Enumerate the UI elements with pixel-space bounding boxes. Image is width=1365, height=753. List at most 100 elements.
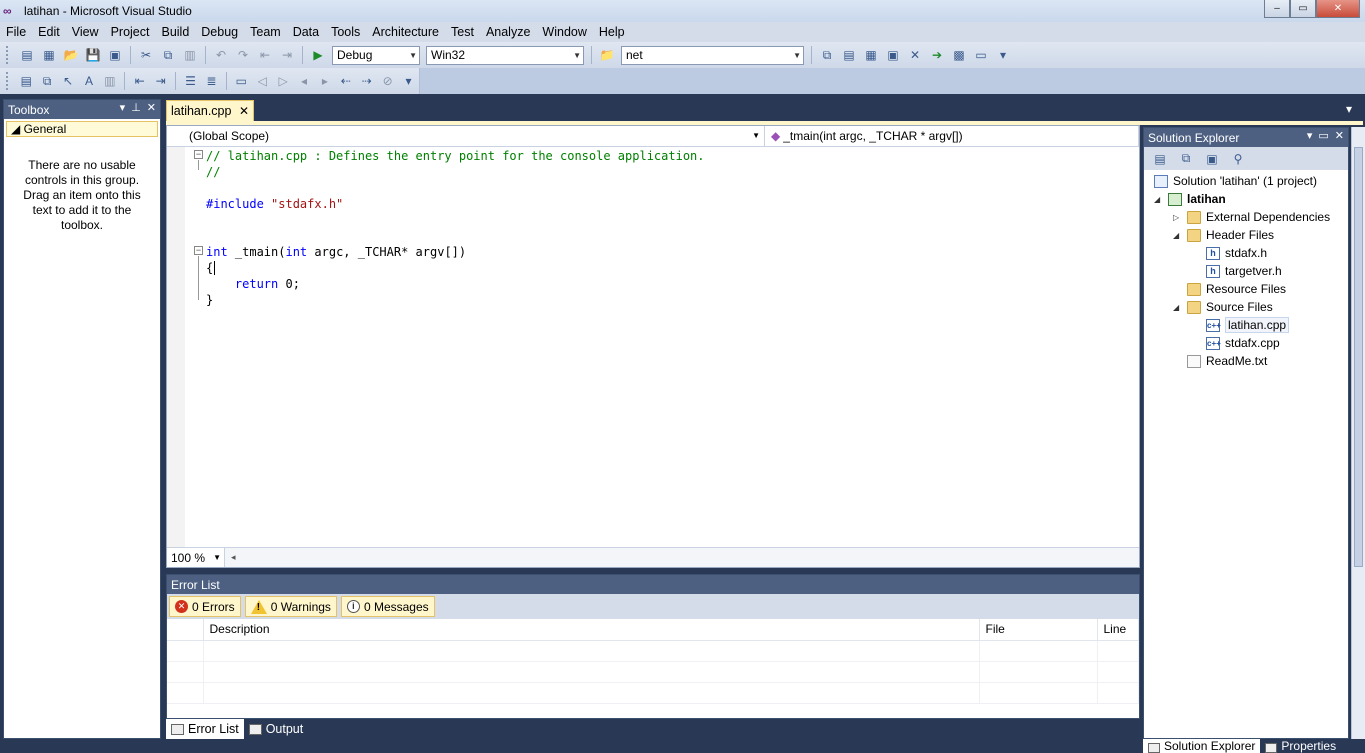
collapsed-arrow-icon[interactable]: ▷ (1173, 213, 1183, 222)
clear-bookmarks-icon[interactable]: ⊘ (380, 73, 395, 89)
close-icon[interactable]: ✕ (147, 101, 156, 114)
close-button[interactable]: ✕ (1316, 0, 1360, 18)
decrease-indent-icon[interactable]: ⇤ (132, 73, 147, 89)
open-file-icon[interactable]: 📂 (63, 47, 79, 63)
menu-data[interactable]: Data (287, 22, 325, 42)
tab-error-list[interactable]: Error List (166, 719, 244, 739)
zoom-select[interactable]: 100 % ▼ (167, 548, 225, 567)
expanded-arrow-icon[interactable]: ◢ (1173, 231, 1183, 240)
column-header-file[interactable]: File (979, 619, 1098, 641)
display-quick-info-icon[interactable]: ↖ (61, 73, 76, 89)
next-bookmark-icon[interactable]: ▷ (276, 73, 291, 89)
vertical-scrollbar[interactable] (1351, 127, 1365, 739)
tree-item-stdafx-h[interactable]: h stdafx.h (1206, 244, 1267, 262)
save-icon[interactable]: 💾 (85, 47, 101, 63)
copy-icon[interactable]: ⧉ (160, 47, 176, 63)
code-text-area[interactable]: − − // latihan.cpp : Defines the entry p… (167, 147, 1139, 547)
command-window-icon[interactable]: ▭ (973, 47, 989, 63)
tree-item-header-files[interactable]: ◢ Header Files (1173, 226, 1274, 244)
toggle-bookmark-icon[interactable]: ▭ (234, 73, 249, 89)
member-select[interactable]: ◆ _tmain(int argc, _TCHAR * argv[]) (765, 126, 1139, 146)
menu-edit[interactable]: Edit (32, 22, 66, 42)
tree-item-external-dependencies[interactable]: ▷ External Dependencies (1173, 208, 1330, 226)
start-debugging-icon[interactable]: ▶ (310, 47, 326, 63)
menu-window[interactable]: Window (536, 22, 592, 42)
expanded-arrow-icon[interactable]: ◢ (1173, 303, 1183, 312)
scope-select[interactable]: (Global Scope) ▼ (167, 126, 765, 146)
tree-item-latihan-cpp[interactable]: c++ latihan.cpp (1206, 316, 1290, 334)
refresh-icon[interactable]: ▣ (1204, 151, 1220, 167)
column-header-line[interactable]: Line (1097, 619, 1139, 641)
tree-item-project[interactable]: ◢ latihan (1154, 190, 1226, 208)
toolbar-options-icon[interactable]: ▾ (995, 47, 1011, 63)
extension-manager-icon[interactable]: ▩ (951, 47, 967, 63)
comment-lines-icon[interactable]: ☰ (183, 73, 198, 89)
messages-filter-button[interactable]: i 0 Messages (340, 596, 435, 617)
redo-icon[interactable]: ↷ (235, 47, 251, 63)
tab-solution-explorer[interactable]: Solution Explorer (1143, 739, 1261, 753)
auto-hide-pin-icon[interactable]: ⊥ (131, 101, 141, 114)
menu-test[interactable]: Test (445, 22, 480, 42)
toolbar-grip[interactable] (6, 46, 10, 64)
column-header-icon[interactable] (167, 619, 204, 641)
menu-architecture[interactable]: Architecture (366, 22, 445, 42)
previous-bookmark-icon[interactable]: ◁ (255, 73, 270, 89)
maximize-button[interactable]: ▭ (1290, 0, 1316, 18)
errors-filter-button[interactable]: ✕ 0 Errors (169, 596, 241, 617)
tree-item-targetver-h[interactable]: h targetver.h (1206, 262, 1282, 280)
uncomment-lines-icon[interactable]: ≣ (204, 73, 219, 89)
tree-item-solution[interactable]: Solution 'latihan' (1 project) (1154, 172, 1317, 190)
minimize-button[interactable]: – (1264, 0, 1290, 18)
show-all-files-icon[interactable]: ⧉ (1178, 151, 1194, 167)
menu-tools[interactable]: Tools (325, 22, 366, 42)
window-position-icon[interactable]: ▾ (1307, 129, 1313, 142)
close-icon[interactable]: ✕ (1335, 129, 1344, 142)
scrollbar-thumb[interactable] (1354, 147, 1363, 567)
display-parameter-info-icon[interactable]: ⧉ (40, 73, 55, 89)
navigate-backward-icon[interactable]: ⇤ (257, 47, 273, 63)
find-symbol-icon[interactable]: ▥ (102, 73, 117, 89)
tree-item-source-files[interactable]: ◢ Source Files (1173, 298, 1273, 316)
find-combo[interactable]: net ▼ (621, 45, 804, 65)
solution-configuration-select[interactable]: Debug ▼ (332, 45, 420, 65)
menu-file[interactable]: File (0, 22, 32, 42)
solution-explorer-icon[interactable]: ⧉ (819, 47, 835, 63)
toolbox-group-general[interactable]: ◢ General (6, 121, 158, 137)
menu-build[interactable]: Build (155, 22, 195, 42)
tab-output[interactable]: Output (244, 719, 309, 739)
collapse-toggle[interactable]: − (194, 246, 203, 255)
tools-icon[interactable]: ✕ (907, 47, 923, 63)
toolbar-options-icon[interactable]: ▾ (401, 73, 416, 89)
save-all-icon[interactable]: ▣ (107, 47, 123, 63)
expanded-arrow-icon[interactable]: ◢ (1154, 195, 1164, 204)
menu-analyze[interactable]: Analyze (480, 22, 536, 42)
navigate-forward-icon[interactable]: ⇥ (279, 47, 295, 63)
tab-properties[interactable]: Properties (1260, 739, 1341, 753)
properties-icon[interactable]: ▤ (841, 47, 857, 63)
column-header-description[interactable]: Description (203, 619, 980, 641)
collapse-toggle[interactable]: − (194, 150, 203, 159)
toolbar-grip[interactable] (6, 72, 10, 90)
document-list-icon[interactable]: ▾ (1346, 102, 1352, 116)
find-in-files-icon[interactable]: 📁 (599, 47, 615, 63)
display-word-completion-icon[interactable]: A (82, 73, 97, 89)
window-position-icon[interactable]: ▾ (120, 101, 126, 114)
tree-item-readme-txt[interactable]: ReadMe.txt (1187, 352, 1267, 370)
tab-latihan-cpp[interactable]: latihan.cpp ✕ (166, 100, 254, 121)
new-project-icon[interactable]: ▤ (19, 47, 35, 63)
object-browser-icon[interactable]: ▦ (863, 47, 879, 63)
display-object-member-list-icon[interactable]: ▤ (19, 73, 34, 89)
close-icon[interactable]: ✕ (239, 104, 249, 118)
next-bookmark-folder-icon[interactable]: ▸ (317, 73, 332, 89)
next-bookmark-document-icon[interactable]: ⇢ (359, 73, 374, 89)
paste-icon[interactable]: ▥ (182, 47, 198, 63)
increase-indent-icon[interactable]: ⇥ (153, 73, 168, 89)
previous-bookmark-document-icon[interactable]: ⇠ (338, 73, 353, 89)
properties-icon[interactable]: ▤ (1152, 151, 1168, 167)
cut-icon[interactable]: ✂ (138, 47, 154, 63)
menu-help[interactable]: Help (593, 22, 631, 42)
solution-platform-select[interactable]: Win32 ▼ (426, 45, 584, 65)
menu-view[interactable]: View (66, 22, 105, 42)
menu-debug[interactable]: Debug (195, 22, 244, 42)
menu-project[interactable]: Project (105, 22, 156, 42)
